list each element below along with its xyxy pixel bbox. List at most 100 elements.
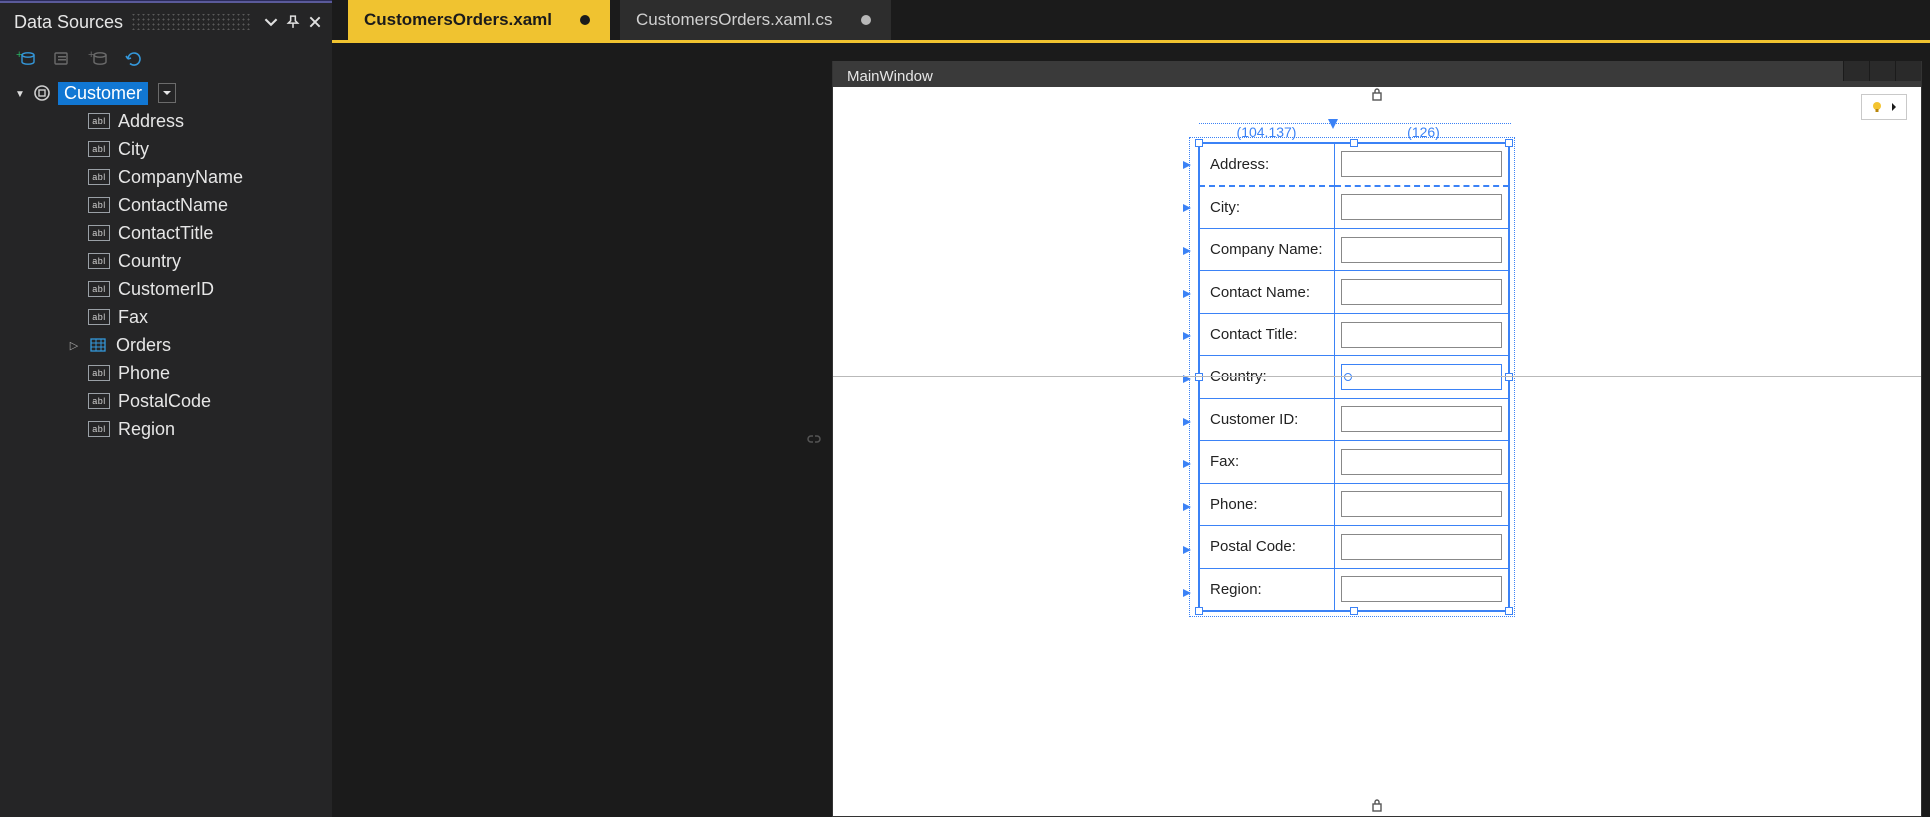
resize-handle[interactable]	[1505, 139, 1513, 147]
close-window-icon[interactable]	[1895, 61, 1921, 81]
text-field-icon: abl	[88, 309, 110, 325]
design-surface[interactable]: (104.137) (126)	[833, 88, 1921, 816]
datagrid-icon	[88, 335, 108, 355]
dirty-indicator-icon	[861, 15, 871, 25]
tree-node-companyname[interactable]: abl CompanyName	[68, 163, 326, 191]
row-marker-icon[interactable]	[1181, 543, 1195, 557]
tree-node-label: Region	[118, 419, 175, 440]
panel-grip[interactable]	[131, 14, 252, 30]
pin-icon[interactable]	[282, 11, 304, 33]
window-title: MainWindow	[847, 68, 933, 85]
node-dropdown-icon[interactable]	[158, 83, 176, 103]
expander-icon[interactable]	[14, 86, 26, 100]
tree-node-label: Address	[118, 111, 184, 132]
tree-node-orders[interactable]: Orders	[68, 331, 326, 359]
maximize-icon[interactable]	[1869, 61, 1895, 81]
margin-adorner	[1189, 137, 1515, 617]
bottom-anchor-icon[interactable]	[1370, 797, 1384, 817]
resize-handle[interactable]	[1505, 607, 1513, 615]
selected-grid[interactable]: (104.137) (126)	[1198, 142, 1510, 612]
text-field-icon: abl	[88, 253, 110, 269]
text-field-icon: abl	[88, 141, 110, 157]
tree-node-label: PostalCode	[118, 391, 211, 412]
top-anchor-icon[interactable]	[1370, 86, 1384, 107]
tree-node-region[interactable]: abl Region	[68, 415, 326, 443]
tree-node-city[interactable]: abl City	[68, 135, 326, 163]
tab-customersorders-xaml-cs[interactable]: CustomersOrders.xaml.cs	[620, 0, 890, 40]
row-marker-icon[interactable]	[1181, 158, 1195, 172]
panel-toolbar: + +	[0, 41, 332, 77]
row-marker-icon[interactable]	[1181, 586, 1195, 600]
window-controls	[1843, 61, 1921, 81]
tree-node-customer[interactable]: Customer	[14, 79, 326, 107]
left-anchor-icon[interactable]	[803, 428, 825, 450]
column-size-left[interactable]: (104.137)	[1199, 123, 1334, 141]
text-field-icon: abl	[88, 113, 110, 129]
resize-handle[interactable]	[1195, 607, 1203, 615]
resize-handle[interactable]	[1195, 373, 1203, 381]
dirty-indicator-icon	[580, 15, 590, 25]
panel-header: Data Sources	[0, 1, 332, 41]
horizontal-guideline	[833, 376, 1921, 377]
tree-node-label[interactable]: Customer	[58, 82, 148, 105]
panel-menu-button[interactable]	[260, 11, 282, 33]
tree-node-label: Orders	[116, 335, 171, 356]
row-marker-icon[interactable]	[1181, 329, 1195, 343]
minimize-icon[interactable]	[1843, 61, 1869, 81]
row-marker-icon[interactable]	[1181, 415, 1195, 429]
tree-node-address[interactable]: abl Address	[68, 107, 326, 135]
tree-node-label: ContactName	[118, 195, 228, 216]
text-field-icon: abl	[88, 281, 110, 297]
row-marker-icon[interactable]	[1181, 372, 1195, 386]
configure-datasource-icon[interactable]: +	[86, 47, 110, 71]
tree-node-label: Phone	[118, 363, 170, 384]
row-marker-icon[interactable]	[1181, 500, 1195, 514]
tree-node-fax[interactable]: abl Fax	[68, 303, 326, 331]
tree-node-label: ContactTitle	[118, 223, 213, 244]
editor-area: CustomersOrders.xaml CustomersOrders.xam…	[332, 0, 1930, 817]
text-field-icon: abl	[88, 393, 110, 409]
row-marker-icon[interactable]	[1181, 457, 1195, 471]
row-marker-icon[interactable]	[1181, 201, 1195, 215]
tree-node-label: Fax	[118, 307, 148, 328]
refresh-icon[interactable]	[122, 47, 146, 71]
text-field-icon: abl	[88, 365, 110, 381]
datasource-tree[interactable]: Customer ablAddressablCityablCompanyName…	[0, 77, 332, 443]
text-field-icon: abl	[88, 225, 110, 241]
edit-datasource-icon[interactable]	[50, 47, 74, 71]
tab-label: CustomersOrders.xaml	[364, 10, 552, 30]
tab-label: CustomersOrders.xaml.cs	[636, 10, 832, 30]
tree-node-phone[interactable]: abl Phone	[68, 359, 326, 387]
tree-node-contacttitle[interactable]: abl ContactTitle	[68, 219, 326, 247]
row-marker-icon[interactable]	[1181, 244, 1195, 258]
add-datasource-icon[interactable]: +	[14, 47, 38, 71]
tree-node-label: CompanyName	[118, 167, 243, 188]
xaml-designer-canvas[interactable]: MainWindow	[332, 43, 1930, 817]
close-icon[interactable]	[304, 11, 326, 33]
resize-handle[interactable]	[1350, 607, 1358, 615]
expander-icon[interactable]	[68, 338, 80, 352]
resize-handle[interactable]	[1350, 139, 1358, 147]
tab-customersorders-xaml[interactable]: CustomersOrders.xaml	[348, 0, 610, 40]
tree-node-country[interactable]: abl Country	[68, 247, 326, 275]
tree-node-contactname[interactable]: abl ContactName	[68, 191, 326, 219]
designer-window-frame[interactable]: MainWindow	[832, 61, 1922, 817]
document-tabs: CustomersOrders.xaml CustomersOrders.xam…	[332, 0, 1930, 40]
tree-node-label: CustomerID	[118, 279, 214, 300]
object-icon	[32, 83, 52, 103]
row-marker-icon[interactable]	[1181, 287, 1195, 301]
tree-node-label: City	[118, 139, 149, 160]
tree-node-customerid[interactable]: abl CustomerID	[68, 275, 326, 303]
text-field-icon: abl	[88, 169, 110, 185]
tree-node-postalcode[interactable]: abl PostalCode	[68, 387, 326, 415]
text-field-icon: abl	[88, 197, 110, 213]
resize-handle[interactable]	[1195, 139, 1203, 147]
column-size-right[interactable]: (126)	[1336, 123, 1511, 141]
tree-node-label: Country	[118, 251, 181, 272]
resize-handle[interactable]	[1505, 373, 1513, 381]
data-sources-panel: Data Sources +	[0, 0, 332, 817]
window-title-bar[interactable]: MainWindow	[833, 61, 1921, 87]
panel-title: Data Sources	[14, 12, 123, 33]
text-field-icon: abl	[88, 421, 110, 437]
quick-actions-button[interactable]	[1861, 94, 1907, 120]
